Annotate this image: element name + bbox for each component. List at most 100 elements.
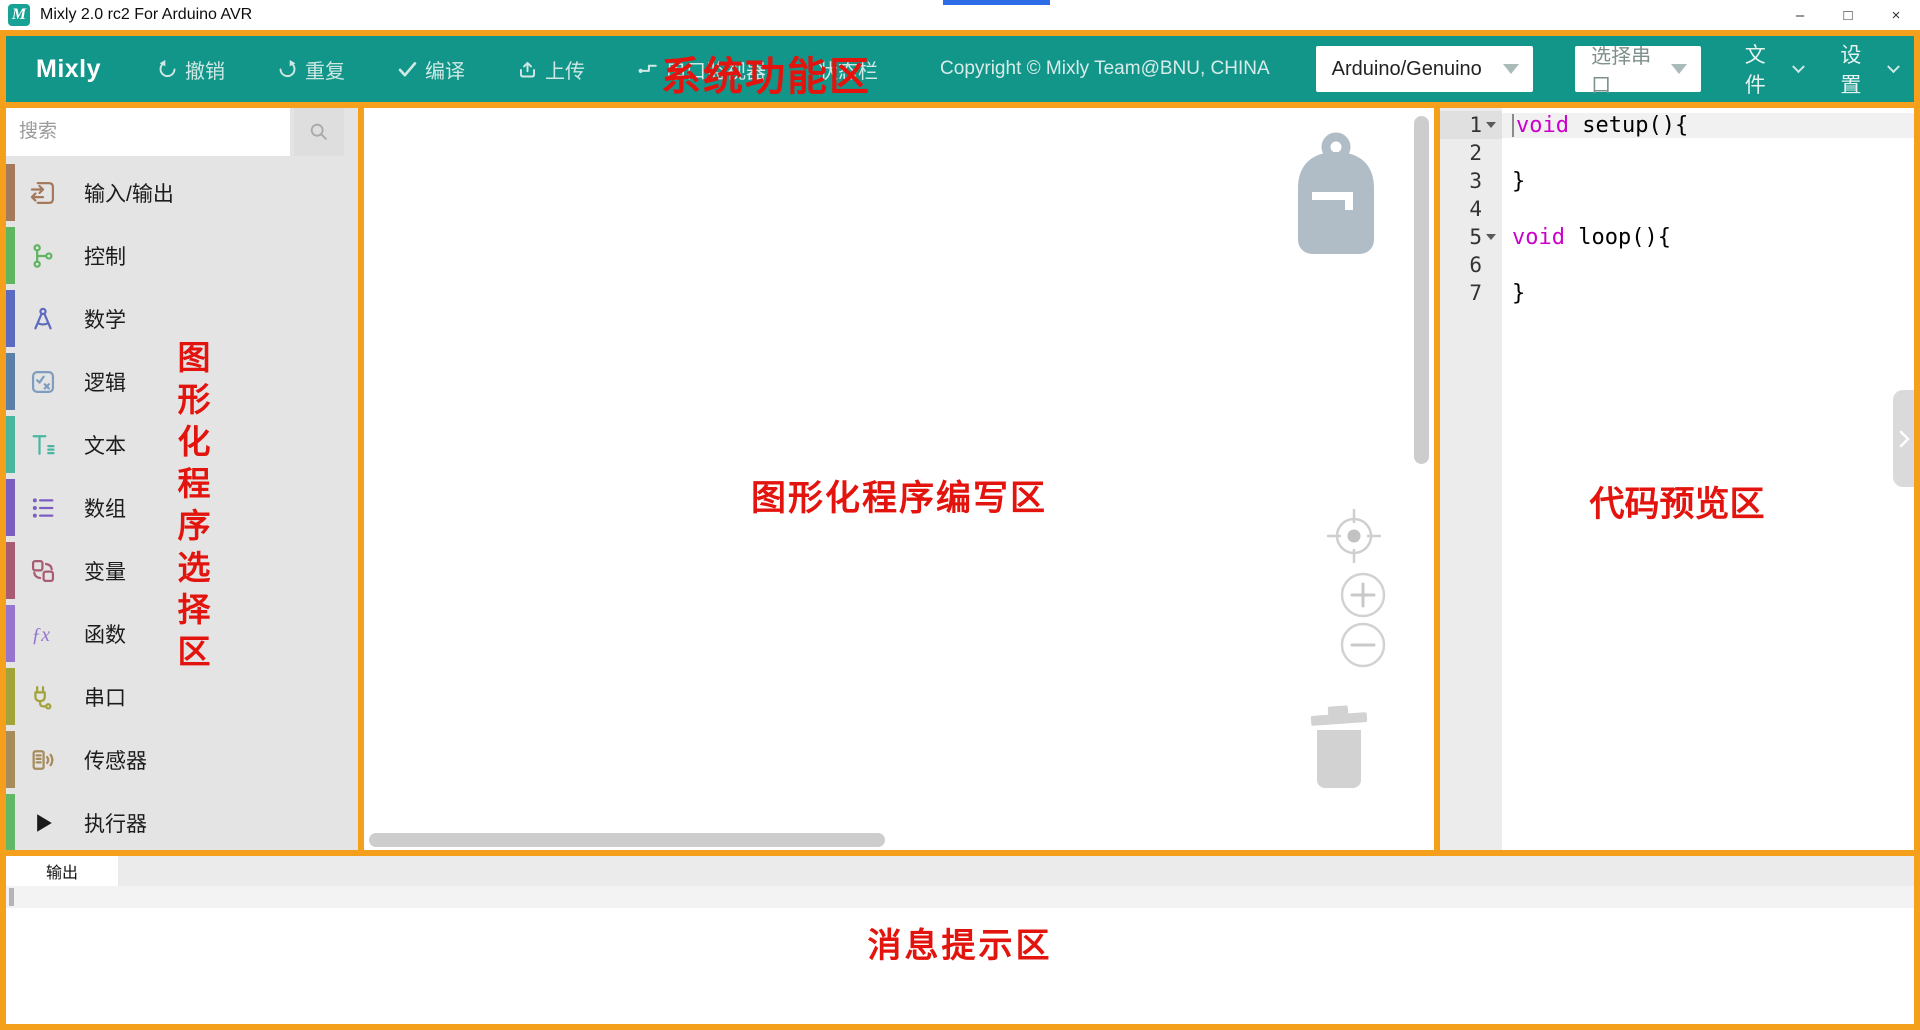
compile-icon [397,59,418,80]
category-label: 逻辑 [84,367,126,397]
toolbar: Mixly 撤销 重复 编译 上传 串口监视器 状态栏 Copyright © Mixly… [6,36,1914,102]
menu-file-label: 文件 [1745,39,1786,99]
mixly-brand[interactable]: Mixly [36,55,101,84]
sidebar-item-sensor[interactable]: 传感器 [6,728,358,791]
copyright-text: Copyright © Mixly Team@BNU, CHINA [940,58,1270,80]
close-icon: × [1892,7,1901,24]
chevron-down-icon [1792,60,1805,73]
text-cursor [1512,114,1514,137]
code-token: loop(){ [1565,225,1671,250]
category-color-strip [6,731,15,788]
sidebar-item-actuator[interactable]: 执行器 [6,791,358,850]
content-row: 输入/输出控制数学逻辑文本数组变量ƒx函数串口传感器执行器 图形化程序选择区 [6,108,1914,850]
window-title: Mixly 2.0 rc2 For Arduino AVR [40,6,252,24]
category-color-strip [6,164,15,221]
search-icon [308,121,330,143]
category-label: 数组 [84,493,126,523]
category-color-strip [6,290,15,347]
toolbar-button-label: 重复 [305,55,345,84]
board-select-dropdown[interactable]: Arduino/Genuino [1316,46,1533,92]
panel-expand-handle[interactable] [1893,390,1914,487]
minimize-icon: – [1796,7,1804,24]
line-number-gutter: 5 [1440,223,1502,251]
menu-file[interactable]: 文件 [1745,39,1803,99]
recenter-button[interactable] [1326,508,1382,569]
chevron-down-icon [1671,64,1687,74]
code-token: setup(){ [1569,113,1688,138]
port-select-dropdown[interactable]: 选择串口 [1575,46,1701,92]
toolbar-button-undo[interactable]: 撤销 [157,55,225,84]
close-button[interactable]: × [1872,0,1920,30]
search-row [6,108,358,156]
sidebar-item-function[interactable]: ƒx函数 [6,602,358,665]
category-color-strip [6,416,15,473]
category-color-strip [6,353,15,410]
variable-icon [29,557,59,585]
category-color-strip [6,668,15,725]
toolbar-button-status-bar[interactable]: 状态栏 [818,55,878,84]
sidebar-item-serial[interactable]: 串口 [6,665,358,728]
toolbar-button-label: 状态栏 [818,55,878,84]
code-line: 1 void setup(){ [1440,111,1914,139]
tab-output[interactable]: 输出 [6,856,118,886]
vertical-scrollbar[interactable] [1414,116,1429,464]
code-line: 7} [1440,279,1914,307]
toolbar-button-label: 上传 [545,55,585,84]
toolbar-button-compile[interactable]: 编译 [397,55,465,84]
sidebar-item-text[interactable]: 文本 [6,413,358,476]
toolbar-button-redo[interactable]: 重复 [277,55,345,84]
code-text: void setup(){ [1502,113,1914,138]
category-list: 输入/输出控制数学逻辑文本数组变量 ƒx函数串口传感器执行器 [6,156,358,850]
output-caret [9,888,14,906]
redo-icon [277,59,298,80]
backpack-icon[interactable] [1290,132,1382,259]
keyword-token: void [1516,113,1569,138]
maximize-button[interactable]: □ [1824,0,1872,30]
zoom-out-button[interactable] [1339,621,1387,674]
search-input[interactable] [6,108,290,156]
minimize-button[interactable]: – [1776,0,1824,30]
menu-settings[interactable]: 设置 [1840,39,1898,99]
search-button[interactable] [294,108,344,156]
line-number: 1 [1469,113,1482,137]
chevron-right-icon [1897,430,1911,448]
line-number-gutter: 3 [1440,167,1502,195]
toolbar-button-label: 串口监视器 [666,55,766,84]
target-icon [1326,508,1382,564]
toolbar-button-upload[interactable]: 上传 [517,55,585,84]
fold-arrow-icon[interactable] [1486,234,1496,240]
toolbar-items: 撤销 重复 编译 上传 串口监视器 状态栏 [157,55,878,84]
sidebar-item-io[interactable]: 输入/输出 [6,161,358,224]
top-accent-bar [943,0,1050,5]
sidebar-item-variable[interactable]: 变量 [6,539,358,602]
minus-icon [1339,621,1387,669]
zoom-in-button[interactable] [1339,571,1387,624]
category-label: 控制 [84,241,126,271]
sidebar-item-array[interactable]: 数组 [6,476,358,539]
upload-icon [517,59,538,80]
line-number: 5 [1469,225,1482,249]
code-token: } [1512,281,1525,306]
toolbar-button-serial-monitor[interactable]: 串口监视器 [637,55,766,84]
board-select-value: Arduino/Genuino [1332,58,1482,81]
line-number-gutter: 7 [1440,279,1502,307]
output-content-row [6,886,1914,908]
sidebar-item-math[interactable]: 数学 [6,287,358,350]
code-preview-panel: 1void setup(){23}45void loop(){67} 代码预览区 [1440,108,1914,850]
fold-arrow-icon[interactable] [1486,122,1496,128]
line-number: 4 [1469,197,1482,221]
sidebar-item-control[interactable]: 控制 [6,224,358,287]
math-icon [29,305,59,333]
blockly-workspace[interactable]: 图形化程序编写区 [364,108,1434,850]
category-label: 变量 [84,556,126,586]
sidebar-item-logic[interactable]: 逻辑 [6,350,358,413]
line-number-gutter: 2 [1440,139,1502,167]
text-icon [29,431,59,459]
message-tabstrip: 输出 [6,856,1914,886]
trash-icon[interactable] [1306,700,1372,795]
category-color-strip [6,605,15,662]
logic-icon [29,368,59,396]
category-label: 输入/输出 [84,178,174,208]
horizontal-scrollbar[interactable] [369,833,885,847]
category-label: 数学 [84,304,126,334]
